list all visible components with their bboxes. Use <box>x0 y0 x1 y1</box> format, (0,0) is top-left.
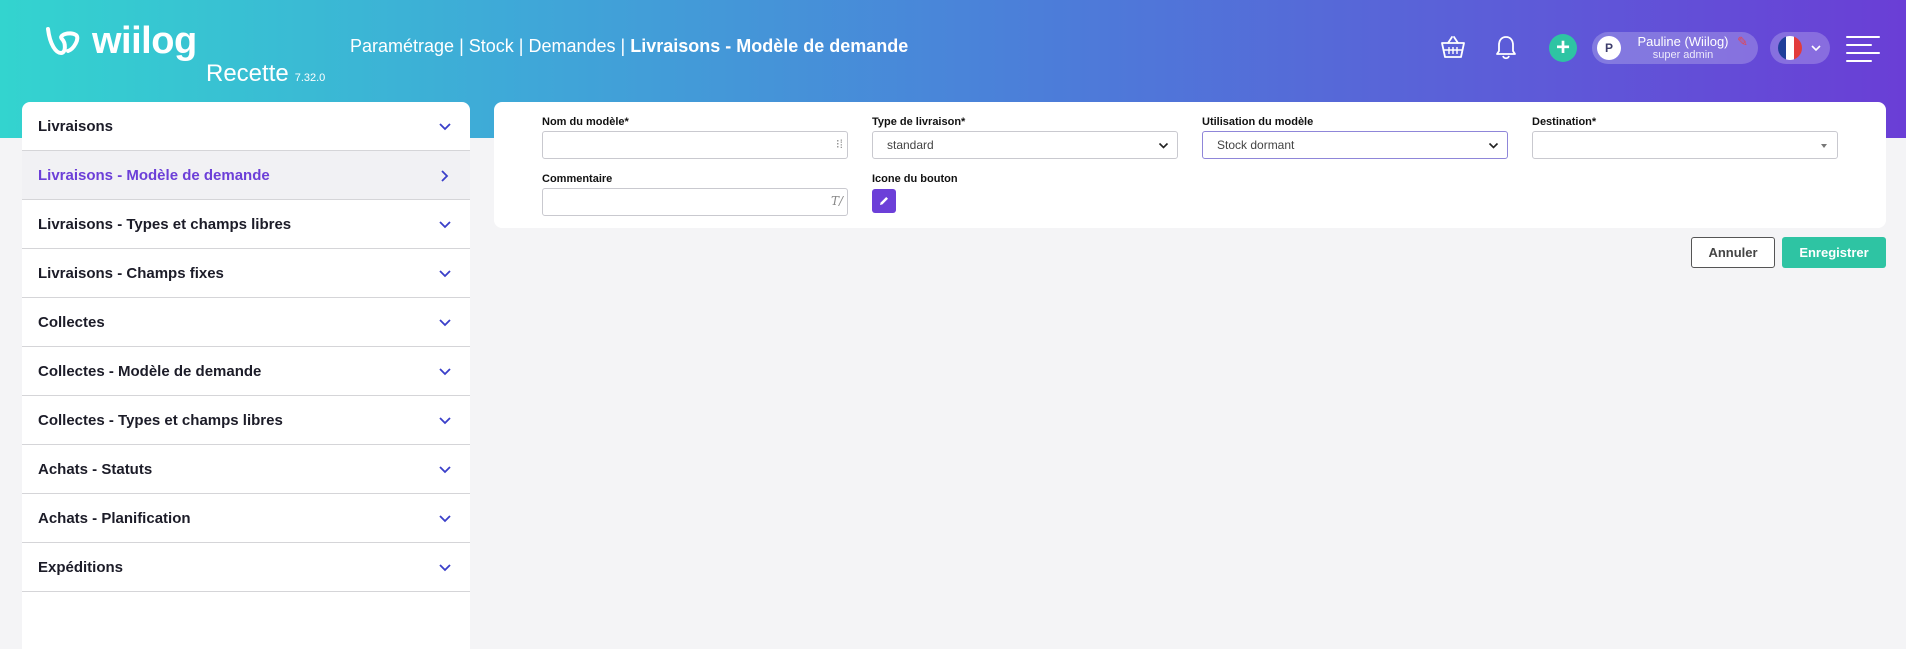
cancel-button[interactable]: Annuler <box>1691 237 1775 268</box>
delivery-type-value: standard <box>887 138 934 152</box>
sidebar-item-achats-statuts[interactable]: Achats - Statuts <box>22 445 470 494</box>
edit-icon-button[interactable] <box>872 189 896 213</box>
button-icon-label: Icone du bouton <box>872 173 958 185</box>
chevron-down-icon <box>439 564 451 572</box>
sidebar-item-collectes-modele-de-demande[interactable]: Collectes - Modèle de demande <box>22 347 470 396</box>
clear-format-icon[interactable]: T/ <box>831 194 843 208</box>
sidebar-item-livraisons-modele-de-demande[interactable]: Livraisons - Modèle de demande <box>22 151 470 200</box>
breadcrumb: Paramétrage | Stock | Demandes | Livraisons - … <box>350 36 908 57</box>
chevron-down-icon <box>439 123 451 131</box>
sidebar-item-livraisons[interactable]: Livraisons <box>22 102 470 151</box>
sidebar-item-label: Livraisons - Modèle de demande <box>38 166 270 184</box>
sidebar-item-label: Collectes - Types et champs libres <box>38 411 283 429</box>
request-model-form: Nom du modèle* ⁝⁞ Type de livraison* sta… <box>494 102 1886 228</box>
pencil-icon <box>880 197 888 205</box>
sidebar-item-label: Collectes - Modèle de demande <box>38 362 262 380</box>
sidebar-item-livraisons-types-et-champs-libres[interactable]: Livraisons - Types et champs libres <box>22 200 470 249</box>
settings-sidebar: Livraisons Livraisons - Modèle de demand… <box>22 102 470 649</box>
comment-input[interactable]: T/ <box>542 188 848 216</box>
chevron-right-icon <box>441 170 449 182</box>
sidebar-item-achats-planification[interactable]: Achats - Planification <box>22 494 470 543</box>
sidebar-item-label: Achats - Statuts <box>38 460 153 478</box>
destination-label: Destination* <box>1532 116 1597 128</box>
model-usage-label: Utilisation du modèle <box>1202 116 1314 128</box>
app-version: 7.32.0 <box>294 72 326 84</box>
hamburger-menu-icon[interactable] <box>1846 34 1880 62</box>
avatar: P <box>1597 36 1621 60</box>
caret-down-icon <box>1821 144 1827 148</box>
delivery-type-label: Type de livraison* <box>872 116 966 128</box>
logo[interactable]: wiilog <box>44 20 197 63</box>
breadcrumb-separator: | <box>518 36 524 56</box>
comment-label: Commentaire <box>542 173 613 185</box>
chevron-down-icon <box>439 515 451 523</box>
chevron-down-icon <box>439 270 451 278</box>
sidebar-item-expeditions[interactable]: Expéditions <box>22 543 470 592</box>
save-button[interactable]: Enregistrer <box>1782 237 1886 268</box>
chevron-down-icon <box>439 221 451 229</box>
chevron-down-icon <box>1488 142 1499 149</box>
chevron-down-icon <box>439 417 451 425</box>
user-name: Pauline (Wiilog) <box>1637 34 1729 49</box>
breadcrumb-current: Livraisons - Modèle de demande <box>630 36 909 56</box>
sidebar-item-label: Collectes <box>38 313 105 331</box>
chevron-down-icon <box>1158 142 1169 149</box>
breadcrumb-item-parametrage[interactable]: Paramétrage <box>350 36 454 56</box>
breadcrumb-item-stock[interactable]: Stock <box>469 36 514 56</box>
chevron-down-icon <box>1811 45 1821 52</box>
delivery-type-select[interactable]: standard <box>872 131 1178 159</box>
breadcrumb-separator: | <box>459 36 464 56</box>
sidebar-item-collectes-types-et-champs-libres[interactable]: Collectes - Types et champs libres <box>22 396 470 445</box>
model-usage-value: Stock dormant <box>1217 138 1295 152</box>
sidebar-item-livraisons-champs-fixes[interactable]: Livraisons - Champs fixes <box>22 249 470 298</box>
sidebar-item-label: Livraisons - Types et champs libres <box>38 215 292 233</box>
environment-label: Recette 7.32.0 <box>206 60 325 88</box>
model-name-label: Nom du modèle* <box>542 116 629 128</box>
model-name-input[interactable]: ⁝⁞ <box>542 131 848 159</box>
environment-name: Recette <box>206 60 289 87</box>
sidebar-item-label: Livraisons <box>38 117 114 135</box>
destination-select[interactable] <box>1532 131 1838 159</box>
chevron-down-icon <box>439 368 451 376</box>
plus-icon[interactable]: + <box>1549 34 1577 62</box>
sidebar-item-label: Livraisons - Champs fixes <box>38 264 224 282</box>
sidebar-item-label: Expéditions <box>38 558 124 576</box>
translate-icon[interactable]: ⁝⁞ <box>836 137 843 151</box>
language-selector[interactable] <box>1770 32 1830 64</box>
user-role: super admin <box>1652 49 1714 61</box>
logo-text: wiilog <box>92 20 197 62</box>
chevron-down-icon <box>439 319 451 327</box>
sidebar-item-collectes[interactable]: Collectes <box>22 298 470 347</box>
chevron-down-icon <box>439 466 451 474</box>
sidebar-item-label: Achats - Planification <box>38 509 191 527</box>
breadcrumb-separator: | <box>620 36 626 56</box>
bell-icon[interactable] <box>1493 33 1519 61</box>
basket-icon[interactable] <box>1439 33 1467 61</box>
pin-icon: ✎ <box>1737 34 1748 49</box>
model-usage-select[interactable]: Stock dormant <box>1202 131 1508 159</box>
user-menu[interactable]: P Pauline (Wiilog) super admin ✎ <box>1592 32 1758 64</box>
french-flag-icon <box>1778 36 1802 60</box>
breadcrumb-item-demandes[interactable]: Demandes <box>528 36 615 56</box>
wiilog-logo-icon <box>46 26 80 55</box>
